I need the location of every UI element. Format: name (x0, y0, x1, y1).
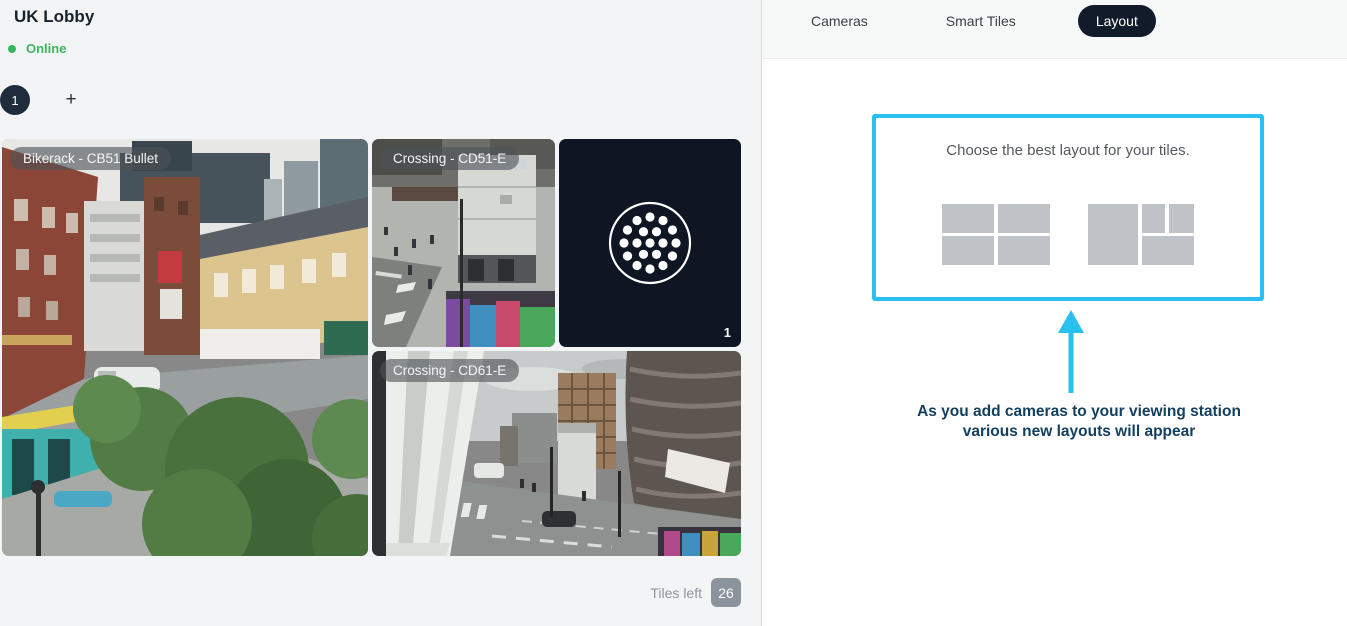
smart-tile-count-badge: 1 (724, 325, 731, 340)
sidebar-panel: Cameras Smart Tiles Layout Choose the be… (761, 0, 1347, 626)
smart-tile[interactable]: 1 (559, 139, 741, 347)
page-selector: 1 + (0, 85, 86, 115)
camera-feed-crossing-cd51 (372, 139, 555, 347)
tab-bar: Cameras Smart Tiles Layout (795, 0, 1156, 41)
caption-line-1: As you add cameras to your viewing stati… (869, 402, 1289, 422)
camera-name-label: Bikerack - CB51 Bullet (10, 147, 171, 170)
viewing-station-app: UK Lobby Online 1 + (0, 0, 1347, 626)
online-dot-icon (8, 45, 16, 53)
page-title: UK Lobby (14, 7, 94, 27)
layout-cell (942, 204, 994, 233)
up-arrow-icon (1056, 310, 1086, 395)
camera-tile-bikerack[interactable]: Bikerack - CB51 Bullet (2, 139, 368, 556)
layout-cell (998, 236, 1050, 265)
camera-feed-bikerack (2, 139, 368, 556)
camera-tile-crossing-cd51[interactable]: Crossing - CD51-E (372, 139, 555, 347)
layout-cell (1142, 236, 1194, 265)
tiles-left-row: Tiles left 26 (650, 578, 741, 607)
tiles-left-count-badge: 26 (711, 578, 741, 607)
camera-name-label: Crossing - CD51-E (380, 147, 519, 170)
plus-icon: + (65, 89, 76, 111)
layout-cell (1142, 204, 1165, 233)
layout-chooser-highlight-box: Choose the best layout for your tiles. (872, 114, 1264, 301)
layout-2x2-thumbnail[interactable] (942, 204, 1050, 265)
layout-options-row (876, 204, 1260, 265)
smart-tile-dots-icon (559, 139, 741, 347)
camera-name-label: Crossing - CD61-E (380, 359, 519, 382)
layout-hint-caption: As you add cameras to your viewing stati… (869, 402, 1289, 441)
tab-smart-tiles[interactable]: Smart Tiles (930, 5, 1032, 37)
status-row: Online (8, 41, 66, 56)
caption-line-2: various new layouts will appear (869, 422, 1289, 442)
layout-cell (1169, 204, 1194, 233)
status-badge: Online (26, 41, 66, 56)
page-1-button[interactable]: 1 (0, 85, 30, 115)
tab-layout[interactable]: Layout (1078, 5, 1156, 37)
layout-cell (942, 236, 994, 265)
tiles-left-label: Tiles left (650, 585, 702, 601)
tab-cameras[interactable]: Cameras (795, 5, 884, 37)
layout-cell (998, 204, 1050, 233)
layout-1-big-3-small-thumbnail[interactable] (1088, 204, 1194, 265)
viewing-station-panel: UK Lobby Online 1 + (0, 0, 761, 626)
camera-tile-crossing-cd61[interactable]: Crossing - CD61-E (372, 351, 741, 556)
layout-cell (1088, 204, 1138, 265)
add-page-button[interactable]: + (56, 85, 86, 115)
layout-prompt-text: Choose the best layout for your tiles. (876, 142, 1260, 159)
